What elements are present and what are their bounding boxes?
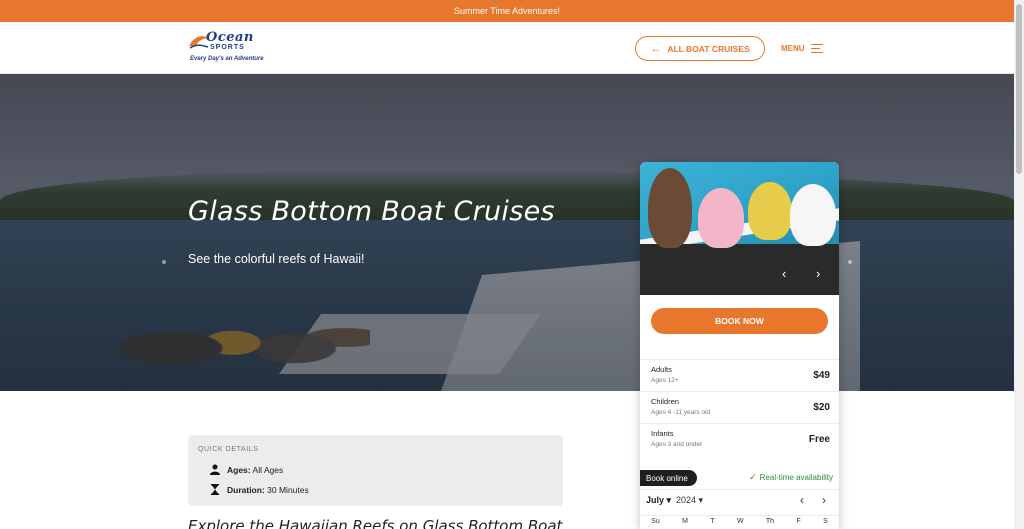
weekday-label: M	[682, 518, 688, 525]
announcement-text: Summer Time Adventures!	[453, 6, 561, 16]
hero-title: Glass Bottom Boat Cruises	[188, 196, 555, 227]
ocean-sports-logo[interactable]: Ocean SPORTS Every Day's an Adventure	[188, 30, 266, 66]
price-value: $49	[813, 370, 830, 381]
photo-person-4	[790, 184, 836, 246]
booking-widget: ‹ › BOOK NOW Adults Ages 12+ $49 Childre…	[640, 162, 839, 529]
hero-overlay	[0, 74, 1014, 391]
price-ages: Ages 4 -11 years old	[651, 409, 711, 416]
price-value: $20	[813, 402, 830, 413]
price-name: Adults	[651, 365, 672, 374]
carousel-prev-icon[interactable]: ‹	[782, 266, 786, 281]
price-row-adults: Adults Ages 12+ $49	[640, 359, 839, 391]
carousel-next-icon[interactable]: ›	[816, 266, 820, 281]
weekday-label: S	[823, 518, 828, 525]
arrow-left-icon: ←	[650, 42, 662, 55]
all-boat-cruises-label: ALL BOAT CRUISES	[667, 43, 750, 54]
ages-value: All Ages	[252, 464, 284, 475]
explore-heading: Explore the Hawaiian Reefs on Glass Bott…	[188, 517, 563, 529]
book-now-label: BOOK NOW	[715, 316, 764, 326]
weekday-label: T	[710, 518, 715, 525]
duration-value: 30 Minutes	[267, 484, 309, 495]
weekday-label: F	[796, 518, 801, 525]
price-row-children: Children Ages 4 -11 years old $20	[640, 391, 839, 423]
weekday-label: Su	[651, 518, 660, 525]
quick-details-box: QUICK DETAILS Ages: All Ages Duration: 3…	[188, 435, 563, 506]
menu-label: MENU	[781, 43, 805, 53]
price-value: Free	[808, 434, 830, 445]
announcement-bar: Summer Time Adventures!	[0, 0, 1014, 22]
hourglass-icon	[211, 484, 219, 495]
photo-floor	[640, 244, 839, 295]
menu-button[interactable]: MENU	[781, 41, 823, 55]
site-header: Ocean SPORTS Every Day's an Adventure ← …	[0, 22, 1014, 74]
hamburger-icon	[810, 43, 823, 53]
book-now-button[interactable]: BOOK NOW	[651, 308, 828, 334]
price-name: Children	[651, 397, 679, 406]
hero-next-dot[interactable]	[848, 260, 852, 264]
tour-photo-carousel[interactable]: ‹ ›	[640, 162, 839, 295]
price-ages: Ages 12+	[651, 377, 679, 384]
hero-subtitle: See the colorful reefs of Hawaii!	[188, 252, 365, 266]
year-select[interactable]: 2024 ▾	[676, 495, 703, 506]
hero-banner: Glass Bottom Boat Cruises See the colorf…	[0, 74, 1014, 391]
quick-detail-ages: Ages: All Ages	[210, 464, 283, 475]
scrollbar-thumb[interactable]	[1016, 4, 1022, 174]
quick-detail-duration: Duration: 30 Minutes	[210, 484, 309, 495]
all-boat-cruises-button[interactable]: ← ALL BOAT CRUISES	[635, 36, 765, 61]
book-online-badge: Book online	[640, 470, 697, 486]
photo-person-2	[698, 188, 744, 248]
weekday-label: Th	[765, 518, 775, 525]
quick-details-label: QUICK DETAILS	[198, 446, 259, 453]
calendar-weekdays: Su M T W Th F S	[640, 515, 839, 527]
book-online-label: Book online	[646, 473, 688, 483]
month-select[interactable]: July ▾	[646, 495, 671, 506]
photo-person-3	[748, 182, 792, 240]
weekday-label: W	[736, 518, 744, 525]
person-icon	[210, 464, 220, 475]
realtime-label: Real-time availability	[759, 473, 833, 482]
logo-wordmark: Ocean	[206, 30, 254, 45]
year-value: 2024	[676, 495, 697, 505]
price-ages: Ages 3 and under	[651, 441, 703, 448]
logo-tagline: Every Day's an Adventure	[190, 56, 264, 62]
price-row-infants: Infants Ages 3 and under Free	[640, 423, 839, 455]
logo-wordmark-sub: SPORTS	[210, 44, 245, 51]
duration-key: Duration:	[227, 484, 265, 495]
ages-key: Ages:	[227, 464, 251, 475]
realtime-availability: ✓ Real-time availability	[749, 472, 833, 483]
hero-prev-dot[interactable]	[162, 260, 166, 264]
check-icon: ✓	[749, 472, 757, 482]
page-scrollbar[interactable]	[1014, 0, 1024, 529]
month-value: July	[646, 495, 665, 505]
calendar-prev-icon[interactable]: ‹	[800, 493, 804, 507]
calendar-next-icon[interactable]: ›	[822, 493, 826, 507]
photo-person-1	[648, 168, 692, 248]
price-name: Infants	[651, 429, 674, 438]
calendar-header: July ▾ 2024 ▾ ‹ ›	[640, 489, 839, 511]
